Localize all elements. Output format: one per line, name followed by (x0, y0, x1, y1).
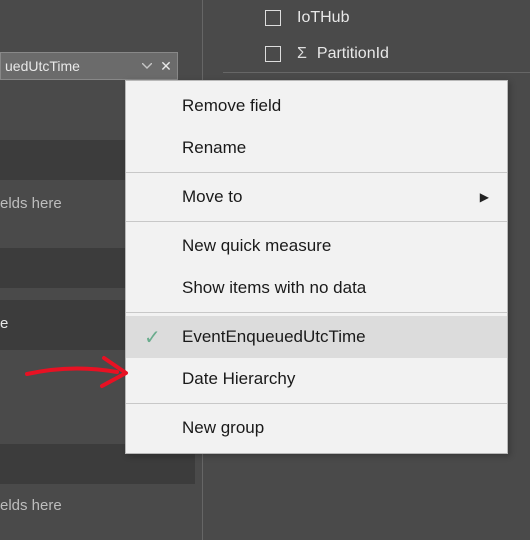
menu-label: Remove field (182, 96, 281, 116)
field-row-partitionid[interactable]: Σ PartitionId (203, 36, 530, 72)
field-chip[interactable]: uedUtcTime ✕ (0, 52, 178, 80)
sigma-icon: Σ (297, 45, 307, 63)
menu-remove-field[interactable]: Remove field (126, 85, 507, 127)
chevron-right-icon: ▶ (480, 190, 489, 204)
menu-show-items-no-data[interactable]: Show items with no data (126, 267, 507, 309)
checkbox-icon[interactable] (265, 46, 281, 62)
menu-rename[interactable]: Rename (126, 127, 507, 169)
menu-separator (126, 403, 507, 404)
field-context-menu: Remove field Rename Move to ▶ New quick … (125, 80, 508, 454)
checkbox-icon[interactable] (265, 10, 281, 26)
menu-label: Rename (182, 138, 246, 158)
menu-label: Date Hierarchy (182, 369, 295, 389)
drop-fields-placeholder: elds here (0, 195, 62, 212)
field-label: IoTHub (297, 9, 349, 27)
menu-label: New quick measure (182, 236, 331, 256)
menu-label: Show items with no data (182, 278, 366, 298)
divider (223, 72, 530, 73)
menu-label: Move to (182, 187, 242, 207)
menu-new-quick-measure[interactable]: New quick measure (126, 225, 507, 267)
menu-separator (126, 312, 507, 313)
menu-new-group[interactable]: New group (126, 407, 507, 449)
check-icon: ✓ (144, 325, 161, 350)
field-chip-label: uedUtcTime (5, 58, 139, 74)
menu-date-hierarchy[interactable]: Date Hierarchy (126, 358, 507, 400)
menu-label: EventEnqueuedUtcTime (182, 327, 366, 347)
field-row-iothub[interactable]: IoTHub (203, 0, 530, 36)
menu-move-to[interactable]: Move to ▶ (126, 176, 507, 218)
field-label: PartitionId (317, 45, 389, 63)
menu-separator (126, 172, 507, 173)
menu-event-enqueued-utc-time[interactable]: ✓ EventEnqueuedUtcTime (126, 316, 507, 358)
chevron-down-icon[interactable] (139, 63, 155, 69)
close-icon[interactable]: ✕ (155, 58, 177, 75)
drop-fields-placeholder: elds here (0, 497, 62, 514)
menu-label: New group (182, 418, 264, 438)
menu-separator (126, 221, 507, 222)
